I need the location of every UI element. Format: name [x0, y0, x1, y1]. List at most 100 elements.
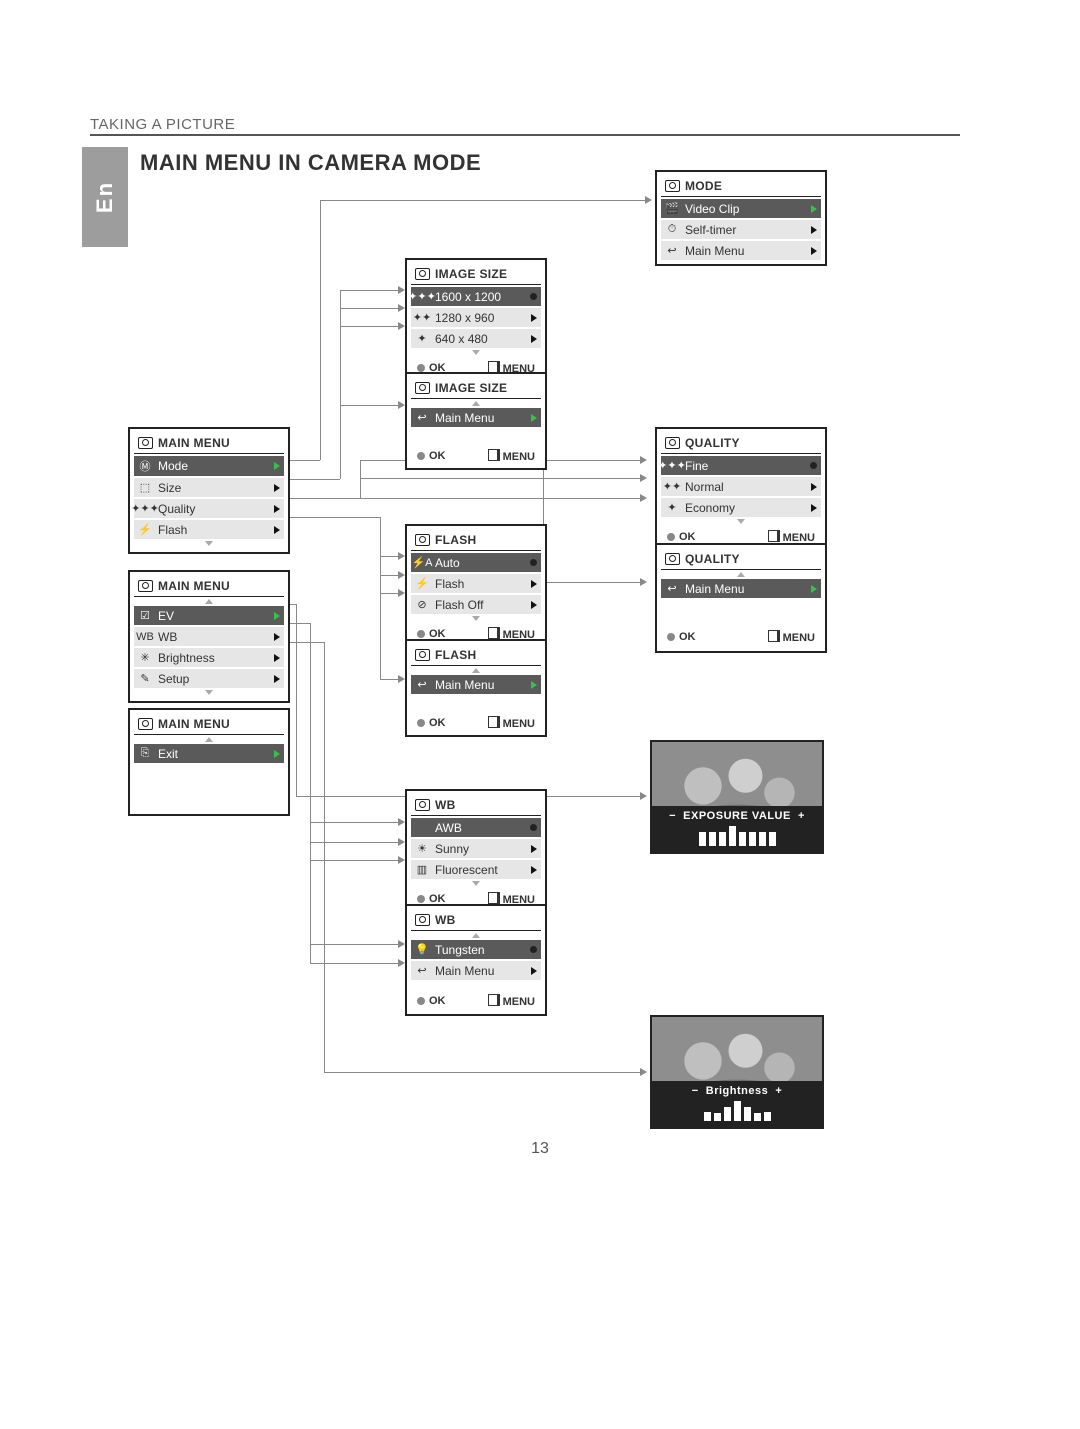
submenu-arrow-icon	[274, 750, 280, 758]
item-icon: WB	[138, 631, 152, 643]
submenu-arrow-icon	[531, 414, 537, 422]
item-label: 1280 x 960	[435, 311, 494, 325]
item-label: Main Menu	[435, 678, 494, 692]
camera-icon	[415, 914, 430, 926]
item-label: Video Clip	[685, 202, 739, 216]
item-label: Fine	[685, 459, 708, 473]
menu-item[interactable]: ✳ Brightness	[134, 648, 284, 667]
menu-item[interactable]: ⎘Exit	[134, 744, 284, 763]
submenu-arrow-icon	[274, 654, 280, 662]
submenu-arrow-icon	[811, 226, 817, 234]
item-icon: ✳	[138, 651, 152, 664]
scroll-down-icon	[472, 350, 480, 355]
submenu-arrow-icon	[811, 247, 817, 255]
item-icon: ☑	[138, 609, 152, 622]
item-icon: ✦✦✦	[138, 502, 152, 515]
menu-item[interactable]: AWB	[411, 818, 541, 837]
menu-item[interactable]: ▥Fluorescent	[411, 860, 541, 879]
ev-bars	[652, 826, 822, 846]
submenu-arrow-icon	[274, 612, 280, 620]
menu-item[interactable]: ✦✦ 1280 x 960	[411, 308, 541, 327]
menu-item[interactable]: WB WB	[134, 627, 284, 646]
item-icon: ↩	[415, 411, 429, 424]
item-icon: ☀	[415, 842, 429, 855]
menu-item[interactable]: ↩ Main Menu	[411, 675, 541, 694]
section-header: TAKING A PICTURE	[90, 116, 235, 133]
menu-exit-icon	[488, 449, 500, 461]
menu-item[interactable]: ↩Main Menu	[661, 241, 821, 260]
menu-item[interactable]: ✦✦✦1600 x 1200	[411, 287, 541, 306]
submenu-arrow-icon	[811, 483, 817, 491]
item-icon: ↩	[415, 678, 429, 691]
scroll-up-icon	[472, 668, 480, 673]
submenu-arrow-icon	[531, 866, 537, 874]
submenu-arrow-icon	[531, 967, 537, 975]
menu-item[interactable]: ⚡Flash	[134, 520, 284, 539]
item-label: Brightness	[158, 651, 215, 665]
camera-icon	[138, 437, 153, 449]
menu-item[interactable]: 🎬Video Clip	[661, 199, 821, 218]
menu-exit-icon	[488, 994, 500, 1006]
item-label: Main Menu	[435, 964, 494, 978]
item-label: Economy	[685, 501, 735, 515]
item-icon: ↩	[665, 244, 679, 257]
submenu-arrow-icon	[274, 526, 280, 534]
submenu-arrow-icon	[531, 580, 537, 588]
item-label: Fluorescent	[435, 863, 498, 877]
item-label: Sunny	[435, 842, 469, 856]
scroll-down-icon	[205, 541, 213, 546]
item-label: WB	[158, 630, 177, 644]
item-icon: ✦✦	[415, 311, 429, 324]
camera-icon	[665, 180, 680, 192]
item-label: Setup	[158, 672, 189, 686]
ev-label: EXPOSURE VALUE	[683, 810, 791, 822]
menu-item[interactable]: ⚡Flash	[411, 574, 541, 593]
menu-item[interactable]: ✦✦✦Quality	[134, 499, 284, 518]
selected-dot-icon	[530, 824, 537, 831]
image-size-menu-2: IMAGE SIZE ↩Main Menu OKMENU	[405, 372, 547, 470]
menu-item[interactable]: 💡Tungsten	[411, 940, 541, 959]
item-icon: ⚡A	[415, 556, 429, 569]
item-icon: ✦✦✦	[415, 290, 429, 303]
menu-item[interactable]: ⚡AAuto	[411, 553, 541, 572]
flash-menu-1: FLASH ⚡AAuto⚡Flash⊘Flash Off OKMENU	[405, 524, 547, 649]
flash-menu-2: FLASH ↩Main Menu OKMENU	[405, 639, 547, 737]
menu-item[interactable]: ⓂMode	[134, 456, 284, 476]
quality-menu-1: QUALITY ✦✦✦Fine✦✦Normal✦Economy OKMENU	[655, 427, 827, 552]
image-size-menu-1: IMAGE SIZE ✦✦✦1600 x 1200✦✦1280 x 960✦64…	[405, 258, 547, 383]
page-number: 13	[0, 1140, 1080, 1158]
submenu-arrow-icon	[531, 335, 537, 343]
item-icon: ⏱	[665, 223, 679, 236]
menu-item[interactable]: ↩ Main Menu	[411, 961, 541, 980]
menu-item[interactable]: ✦ Economy	[661, 498, 821, 517]
item-icon: ✦	[665, 501, 679, 514]
item-icon: 💡	[415, 943, 429, 956]
item-icon: ⎘	[138, 747, 152, 760]
main-menu-2: MAIN MENU ☑EVWBWB✳Brightness✎Setup	[128, 570, 290, 703]
brightness-bars	[652, 1101, 822, 1121]
menu-exit-icon	[488, 627, 500, 639]
ev-preview: − EXPOSURE VALUE +	[650, 740, 824, 854]
item-icon: ↩	[415, 964, 429, 977]
menu-item[interactable]: ☀ Sunny	[411, 839, 541, 858]
item-icon: ✦✦	[665, 480, 679, 493]
menu-item[interactable]: ✎ Setup	[134, 669, 284, 688]
item-icon: ⊘	[415, 598, 429, 611]
menu-item[interactable]: ⏱Self-timer	[661, 220, 821, 239]
menu-item[interactable]: ⬚Size	[134, 478, 284, 497]
menu-item[interactable]: ✦✦Normal	[661, 477, 821, 496]
item-label: 640 x 480	[435, 332, 488, 346]
menu-exit-icon	[488, 892, 500, 904]
item-icon: ↩	[665, 582, 679, 595]
menu-item[interactable]: ↩Main Menu	[411, 408, 541, 427]
menu-item[interactable]: ⊘Flash Off	[411, 595, 541, 614]
item-icon: ✎	[138, 672, 152, 685]
menu-item[interactable]: ☑EV	[134, 606, 284, 625]
camera-icon	[665, 437, 680, 449]
menu-item[interactable]: ↩Main Menu	[661, 579, 821, 598]
menu-item[interactable]: ✦✦✦Fine	[661, 456, 821, 475]
camera-icon	[138, 718, 153, 730]
scroll-up-icon	[472, 933, 480, 938]
submenu-arrow-icon	[274, 675, 280, 683]
menu-item[interactable]: ✦640 x 480	[411, 329, 541, 348]
